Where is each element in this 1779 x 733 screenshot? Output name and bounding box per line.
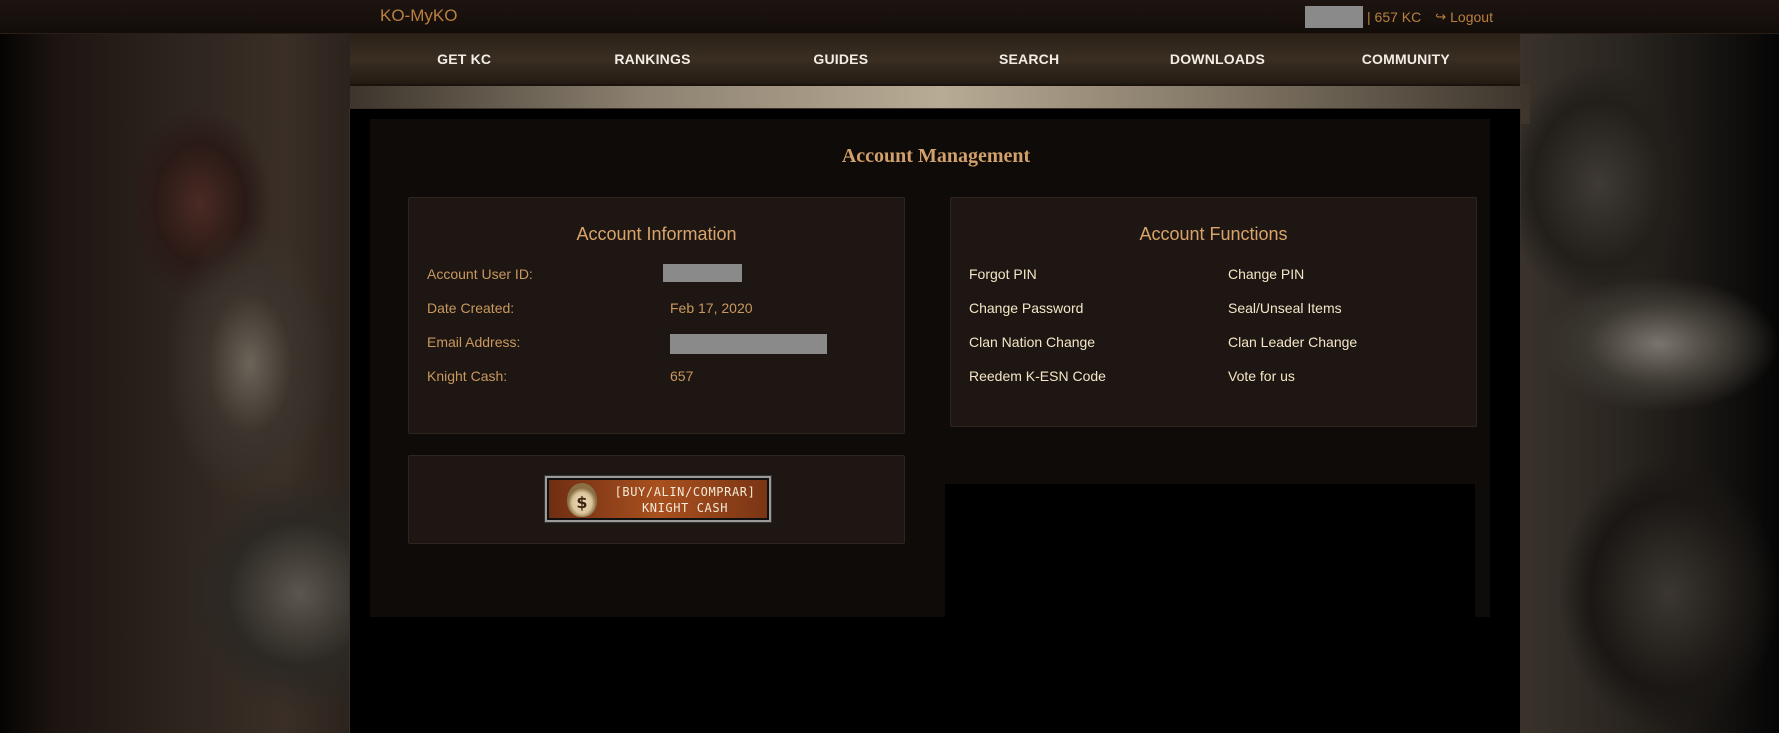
main-nav: GET KC RANKINGS GUIDES SEARCH DOWNLOADS … bbox=[350, 34, 1520, 86]
user-id-label: Account User ID: bbox=[427, 266, 533, 282]
knight-cash-label: Knight Cash: bbox=[427, 368, 508, 384]
change-pin-link[interactable]: Change PIN bbox=[1228, 266, 1304, 282]
content-void bbox=[945, 484, 1475, 733]
date-created-label: Date Created: bbox=[427, 300, 515, 316]
nav-rankings[interactable]: RANKINGS bbox=[572, 51, 732, 67]
clan-leader-change-link[interactable]: Clan Leader Change bbox=[1228, 334, 1357, 350]
account-functions-title: Account Functions bbox=[1139, 224, 1288, 244]
buy-knight-cash-button[interactable]: $ [BUY/ALIN/COMPRAR] KNIGHT CASH bbox=[544, 475, 772, 523]
nav-guides[interactable]: GUIDES bbox=[761, 51, 921, 67]
redacted-email bbox=[670, 334, 827, 354]
top-bar: KO-MyKO | 657 KC ↪ Logout bbox=[0, 0, 1779, 34]
logout-icon: ↪ bbox=[1435, 9, 1447, 24]
buy-button-face: $ [BUY/ALIN/COMPRAR] KNIGHT CASH bbox=[549, 480, 767, 518]
buy-button-line1: [BUY/ALIN/COMPRAR] bbox=[614, 485, 756, 499]
buy-knight-cash-box: $ [BUY/ALIN/COMPRAR] KNIGHT CASH bbox=[408, 455, 905, 544]
account-info-title: Account Information bbox=[576, 224, 737, 244]
info-row-date-created: Date Created: Feb 17, 2020 bbox=[427, 300, 887, 320]
user-area: | 657 KC ↪ Logout bbox=[1305, 6, 1493, 28]
info-row-knight-cash: Knight Cash: 657 bbox=[427, 368, 887, 388]
logout-link[interactable]: ↪ Logout bbox=[1435, 9, 1493, 25]
buy-button-line2: KNIGHT CASH bbox=[641, 501, 729, 515]
nav-get-kc[interactable]: GET KC bbox=[384, 51, 544, 67]
seal-unseal-items-link[interactable]: Seal/Unseal Items bbox=[1228, 300, 1342, 316]
background-art-left bbox=[0, 34, 380, 733]
redacted-username bbox=[1305, 6, 1363, 28]
buy-button-text: [BUY/ALIN/COMPRAR] KNIGHT CASH bbox=[609, 484, 761, 516]
nav-downloads[interactable]: DOWNLOADS bbox=[1137, 51, 1297, 67]
info-row-email: Email Address: bbox=[427, 334, 887, 354]
nav-community[interactable]: COMMUNITY bbox=[1326, 51, 1486, 67]
nav-search[interactable]: SEARCH bbox=[949, 51, 1109, 67]
vote-for-us-link[interactable]: Vote for us bbox=[1228, 368, 1295, 384]
main-panel: Account Management Account Information A… bbox=[349, 108, 1521, 733]
account-functions-box: Account Functions Forgot PIN Change PIN … bbox=[950, 197, 1477, 427]
site-brand[interactable]: KO-MyKO bbox=[380, 6, 457, 26]
clan-nation-change-link[interactable]: Clan Nation Change bbox=[969, 334, 1095, 350]
knight-cash-value: 657 bbox=[670, 368, 694, 384]
redacted-user-id bbox=[663, 264, 742, 282]
page-title: Account Management bbox=[841, 145, 1031, 167]
email-label: Email Address: bbox=[427, 334, 521, 350]
logout-label: Logout bbox=[1450, 9, 1493, 25]
money-bag-icon: $ bbox=[567, 483, 597, 517]
forgot-pin-link[interactable]: Forgot PIN bbox=[969, 266, 1037, 282]
redeem-kesn-code-link[interactable]: Reedem K-ESN Code bbox=[969, 368, 1106, 384]
info-row-user-id: Account User ID: bbox=[427, 264, 887, 286]
background-art-right bbox=[1519, 34, 1779, 733]
kc-balance: | 657 KC bbox=[1367, 9, 1422, 25]
account-info-box: Account Information Account User ID: Dat… bbox=[408, 197, 905, 434]
date-created-value: Feb 17, 2020 bbox=[670, 300, 753, 316]
change-password-link[interactable]: Change Password bbox=[969, 300, 1083, 316]
